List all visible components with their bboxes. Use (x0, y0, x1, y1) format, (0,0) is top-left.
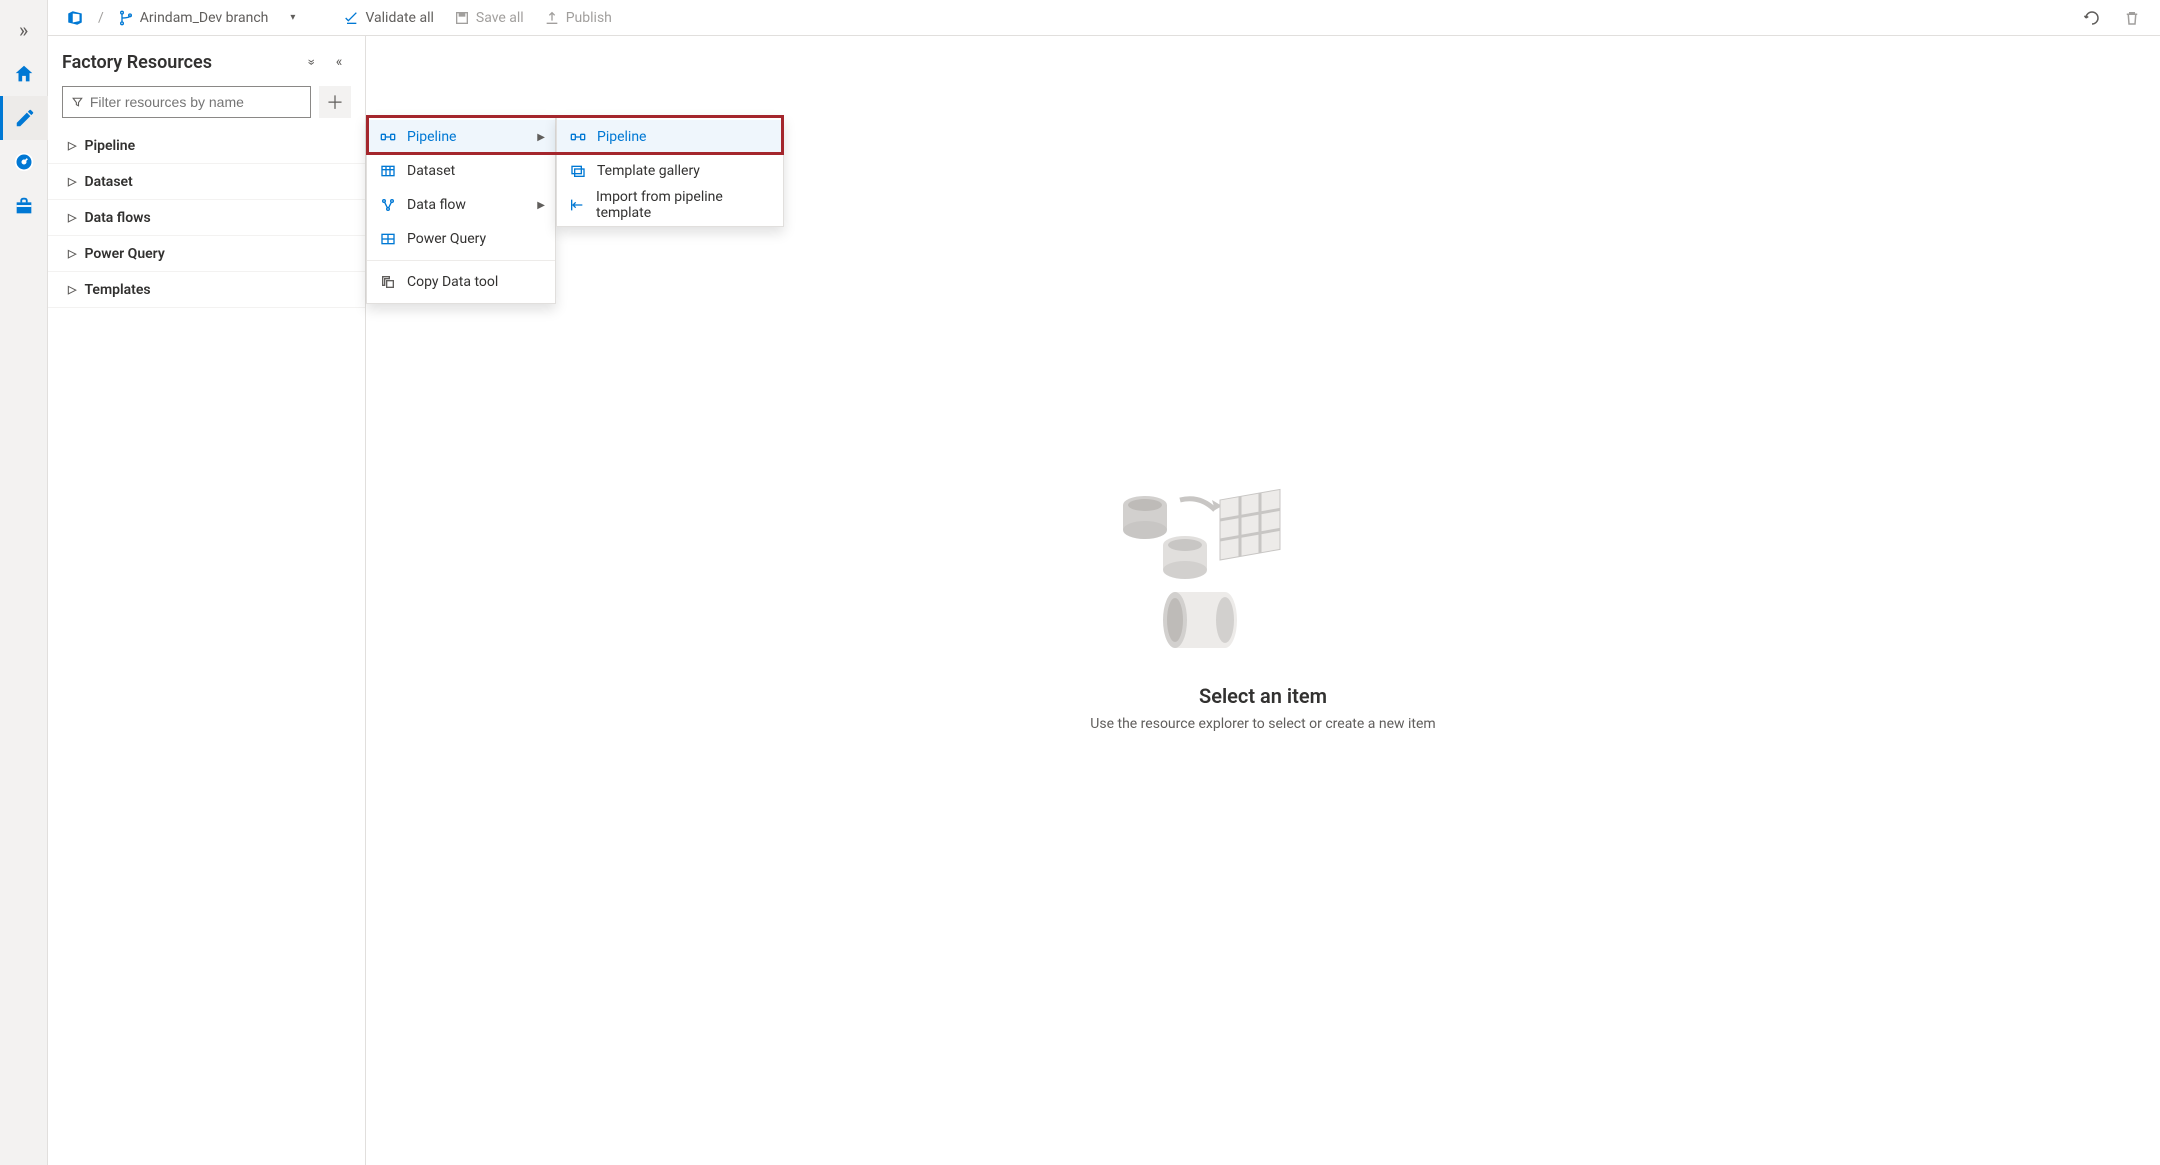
add-menu: Pipeline ▶ Dataset Data flow ▶ (366, 115, 556, 304)
add-menu-dataset[interactable]: Dataset (367, 154, 555, 188)
plus-icon: ＋ (326, 89, 344, 115)
pipeline-icon (569, 129, 587, 145)
delete-button[interactable] (2116, 2, 2148, 34)
menu-divider (367, 260, 555, 261)
sidebar-title: Factory Resources (62, 52, 212, 73)
save-icon (454, 10, 470, 26)
home-icon (13, 63, 35, 85)
expand-all-button[interactable]: » (299, 50, 323, 74)
submenu-import-template[interactable]: Import from pipeline template (557, 188, 783, 222)
menu-item-label: Pipeline (597, 129, 647, 145)
tree-item-pipeline[interactable]: ▷ Pipeline (48, 128, 365, 164)
placeholder-title: Select an item (1090, 684, 1435, 708)
caret-right-icon: ▷ (68, 175, 76, 188)
left-rail: » (0, 0, 48, 1165)
copydata-icon (379, 274, 397, 290)
filter-input-wrapper[interactable] (62, 86, 311, 118)
rail-manage-button[interactable] (0, 184, 48, 228)
branch-icon (118, 10, 134, 26)
devops-icon-button[interactable] (60, 2, 90, 34)
tree-item-templates[interactable]: ▷ Templates (48, 272, 365, 308)
menu-item-label: Dataset (407, 163, 455, 179)
toolbox-icon (13, 195, 35, 217)
checkmark-list-icon (343, 10, 359, 26)
chevron-down-icon: ▾ (290, 12, 295, 23)
validate-all-button[interactable]: Validate all (337, 2, 439, 34)
menu-item-label: Template gallery (597, 163, 700, 179)
publish-button[interactable]: Publish (538, 2, 618, 34)
empty-placeholder: Select an item Use the resource explorer… (1090, 470, 1435, 732)
tree-item-label: Dataset (84, 174, 132, 190)
menu-item-label: Import from pipeline template (596, 189, 771, 221)
placeholder-illustration (1090, 470, 1435, 660)
pipeline-submenu: Pipeline Template gallery Import from pi… (556, 115, 784, 227)
top-toolbar: / Arindam_Dev branch ▾ Validate all Save… (48, 0, 2160, 36)
gauge-icon (14, 152, 34, 172)
save-all-button[interactable]: Save all (448, 2, 530, 34)
tree-item-powerquery[interactable]: ▷ Power Query (48, 236, 365, 272)
branch-label: Arindam_Dev branch (140, 10, 269, 26)
submenu-pipeline[interactable]: Pipeline (557, 120, 783, 154)
add-menu-dataflow[interactable]: Data flow ▶ (367, 188, 555, 222)
tree-item-label: Power Query (84, 246, 164, 262)
tree-item-dataset[interactable]: ▷ Dataset (48, 164, 365, 200)
rail-author-button[interactable] (0, 96, 48, 140)
refresh-icon (2083, 9, 2101, 27)
caret-right-icon: ▷ (68, 211, 76, 224)
refresh-button[interactable] (2076, 2, 2108, 34)
azure-devops-icon (66, 9, 84, 27)
resource-tree: ▷ Pipeline ▷ Dataset ▷ Data flows ▷ Powe… (48, 128, 365, 308)
pencil-icon (14, 107, 36, 129)
table-icon (379, 163, 397, 179)
collapse-sidebar-button[interactable]: « (327, 50, 351, 74)
tree-item-label: Templates (84, 282, 150, 298)
caret-right-icon: ▶ (537, 200, 545, 211)
trash-icon (2123, 9, 2141, 27)
submenu-template-gallery[interactable]: Template gallery (557, 154, 783, 188)
publish-label: Publish (566, 10, 612, 26)
rail-home-button[interactable] (0, 52, 48, 96)
rail-monitor-button[interactable] (0, 140, 48, 184)
branch-dropdown[interactable]: Arindam_Dev branch ▾ (112, 2, 302, 34)
menu-item-label: Data flow (407, 197, 466, 213)
placeholder-subtitle: Use the resource explorer to select or c… (1090, 716, 1435, 732)
upload-icon (544, 10, 560, 26)
caret-right-icon: ▶ (537, 132, 545, 143)
menu-item-label: Copy Data tool (407, 274, 498, 290)
caret-right-icon: ▷ (68, 283, 76, 296)
validate-all-label: Validate all (365, 10, 433, 26)
add-menu-copydata[interactable]: Copy Data tool (367, 265, 555, 299)
menu-item-label: Power Query (407, 231, 486, 247)
add-menu-pipeline[interactable]: Pipeline ▶ (367, 120, 555, 154)
tree-item-dataflows[interactable]: ▷ Data flows (48, 200, 365, 236)
caret-right-icon: ▷ (68, 139, 76, 152)
filter-icon (71, 95, 84, 109)
gallery-icon (569, 163, 587, 179)
double-chevron-left-icon: « (336, 54, 343, 70)
filter-input[interactable] (90, 94, 302, 110)
caret-right-icon: ▷ (68, 247, 76, 260)
powerquery-icon (379, 231, 397, 247)
add-resource-button[interactable]: ＋ (319, 86, 351, 118)
rail-expand-button[interactable]: » (0, 8, 48, 52)
breadcrumb-separator: / (98, 10, 104, 26)
import-icon (569, 197, 586, 213)
chevron-double-right-icon: » (19, 18, 28, 42)
tree-item-label: Pipeline (84, 138, 135, 154)
resource-sidebar: Factory Resources » « ＋ ▷ Pipeline (48, 36, 366, 1165)
add-menu-powerquery[interactable]: Power Query (367, 222, 555, 256)
tree-item-label: Data flows (84, 210, 150, 226)
save-all-label: Save all (476, 10, 524, 26)
dataflow-icon (379, 197, 397, 213)
menu-item-label: Pipeline (407, 129, 457, 145)
pipeline-icon (379, 129, 397, 145)
double-chevron-down-icon: » (303, 59, 319, 66)
